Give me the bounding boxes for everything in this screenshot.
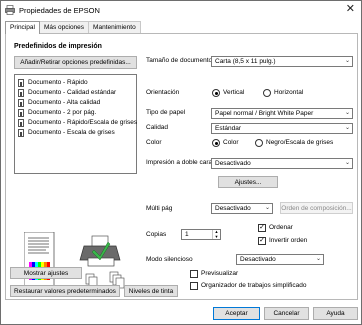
list-item[interactable]: Documento - Rápido xyxy=(18,78,88,87)
paper-type-select[interactable]: Papel normal / Bright White Paper ⌄ xyxy=(211,108,353,119)
list-item[interactable]: Documento - Calidad estándar xyxy=(18,88,116,97)
stepper-arrows-icon[interactable]: ▲ ▼ xyxy=(212,229,220,239)
title-bar: Propiedades de EPSON ✕ xyxy=(1,1,361,19)
chevron-down-icon: ⌄ xyxy=(264,205,270,211)
list-item[interactable]: Documento - Escala de grises xyxy=(18,128,115,137)
duplex-label: Impresión a doble cara xyxy=(146,159,213,166)
adjust-button[interactable]: Ajustes... xyxy=(218,176,278,188)
quiet-mode-select[interactable]: Desactivado ⌄ xyxy=(236,254,324,265)
orientation-horizontal-label: Horizontal xyxy=(274,89,304,96)
document-size-label: Tamaño de documento xyxy=(146,57,213,64)
tab-more-options[interactable]: Más opciones xyxy=(38,21,90,33)
tab-maintenance[interactable]: Mantenimiento xyxy=(88,21,141,33)
print-preview-illustration xyxy=(24,232,125,290)
quality-label: Calidad xyxy=(146,124,169,131)
accept-button[interactable]: Aceptar xyxy=(213,307,260,320)
chevron-down-icon: ⌄ xyxy=(344,160,350,166)
paper-type-label: Tipo de papel xyxy=(146,109,186,116)
document-icon xyxy=(18,118,24,127)
presets-heading: Predefinidos de impresión xyxy=(14,43,102,50)
multipage-select[interactable]: Desactivado ⌄ xyxy=(211,203,273,214)
list-item[interactable]: Documento - 2 por pág. xyxy=(18,108,96,117)
copies-label: Copias xyxy=(146,231,167,238)
document-icon xyxy=(18,88,24,97)
document-size-value: Carta (8,5 x 11 pulg.) xyxy=(215,58,276,65)
document-icon xyxy=(18,128,24,137)
orientation-horizontal-radio[interactable] xyxy=(263,89,271,97)
multipage-label: Múlti pág xyxy=(146,205,173,212)
main-panel: Predefinidos de impresión Añadir/Retirar… xyxy=(5,33,358,300)
collate-label: Ordenar xyxy=(269,224,293,231)
preset-label: Documento - Calidad estándar xyxy=(28,89,117,96)
help-button[interactable]: Ayuda xyxy=(313,307,358,320)
chevron-down-icon: ⌄ xyxy=(344,110,350,116)
document-icon xyxy=(18,98,24,107)
orientation-vertical-label: Vertical xyxy=(223,89,245,96)
preset-label: Documento - Escala de grises xyxy=(28,129,115,136)
preview-checkbox[interactable] xyxy=(190,270,198,278)
quiet-mode-label: Modo silencioso xyxy=(146,256,193,263)
job-arranger-label: Organizador de trabajos simplificado xyxy=(201,282,307,289)
presets-list[interactable]: Documento - Rápido Documento - Calidad e… xyxy=(14,74,137,174)
orientation-label: Orientación xyxy=(146,89,180,96)
chevron-down-icon: ⌄ xyxy=(344,125,350,131)
window-title: Propiedades de EPSON xyxy=(19,6,100,15)
multipage-value: Desactivado xyxy=(215,205,251,212)
page-order-button[interactable]: Orden de composición... xyxy=(280,202,353,214)
quality-select[interactable]: Estándar ⌄ xyxy=(211,123,353,134)
restore-defaults-button[interactable]: Restaurar valores predeterminados xyxy=(10,285,120,297)
list-item[interactable]: Documento - Rápido/Escala de grises xyxy=(18,118,137,127)
printer-icon xyxy=(5,5,15,15)
grayscale-radio[interactable] xyxy=(255,139,263,147)
color-option-label: Color xyxy=(223,139,239,146)
paper-type-value: Papel normal / Bright White Paper xyxy=(215,110,314,117)
preset-label: Documento - Rápido xyxy=(28,79,88,86)
tab-principal[interactable]: Principal xyxy=(5,21,40,34)
job-arranger-checkbox[interactable] xyxy=(190,282,198,290)
copies-stepper[interactable]: 1 ▲ ▼ xyxy=(181,229,221,240)
document-size-select[interactable]: Carta (8,5 x 11 pulg.) ⌄ xyxy=(211,56,353,67)
color-label: Color xyxy=(146,139,162,146)
duplex-select[interactable]: Desactivado ⌄ xyxy=(211,158,353,169)
document-icon xyxy=(18,78,24,87)
duplex-value: Desactivado xyxy=(215,160,251,167)
quiet-mode-value: Desactivado xyxy=(240,256,276,263)
reverse-order-label: Invertir orden xyxy=(269,237,308,244)
list-item[interactable]: Documento - Alta calidad xyxy=(18,98,100,107)
cancel-button[interactable]: Cancelar xyxy=(264,307,309,320)
epson-properties-window: Propiedades de EPSON ✕ Principal Más opc… xyxy=(0,0,362,325)
add-remove-presets-button[interactable]: Añadir/Retirar opciones predefinidas... xyxy=(14,56,137,69)
ink-levels-button[interactable]: Niveles de tinta xyxy=(124,285,178,297)
tab-bar: Principal Más opciones Mantenimiento xyxy=(5,21,141,34)
chevron-down-icon: ⌄ xyxy=(315,256,321,262)
quality-value: Estándar xyxy=(215,125,242,132)
preset-label: Documento - Rápido/Escala de grises xyxy=(28,119,138,126)
document-icon xyxy=(18,108,24,117)
preview-label: Previsualizar xyxy=(201,270,239,277)
color-radio[interactable] xyxy=(212,139,220,147)
reverse-order-checkbox[interactable]: ✓ xyxy=(258,237,266,245)
copies-value: 1 xyxy=(185,231,189,238)
show-settings-button[interactable]: Mostrar ajustes xyxy=(10,267,82,279)
orientation-vertical-radio[interactable] xyxy=(212,89,220,97)
preset-label: Documento - Alta calidad xyxy=(28,99,101,106)
chevron-down-icon: ⌄ xyxy=(344,58,350,64)
grayscale-option-label: Negro/Escala de grises xyxy=(266,139,334,146)
preset-label: Documento - 2 por pág. xyxy=(28,109,97,116)
close-icon[interactable]: ✕ xyxy=(346,3,355,15)
collate-checkbox[interactable]: ✓ xyxy=(258,224,266,232)
